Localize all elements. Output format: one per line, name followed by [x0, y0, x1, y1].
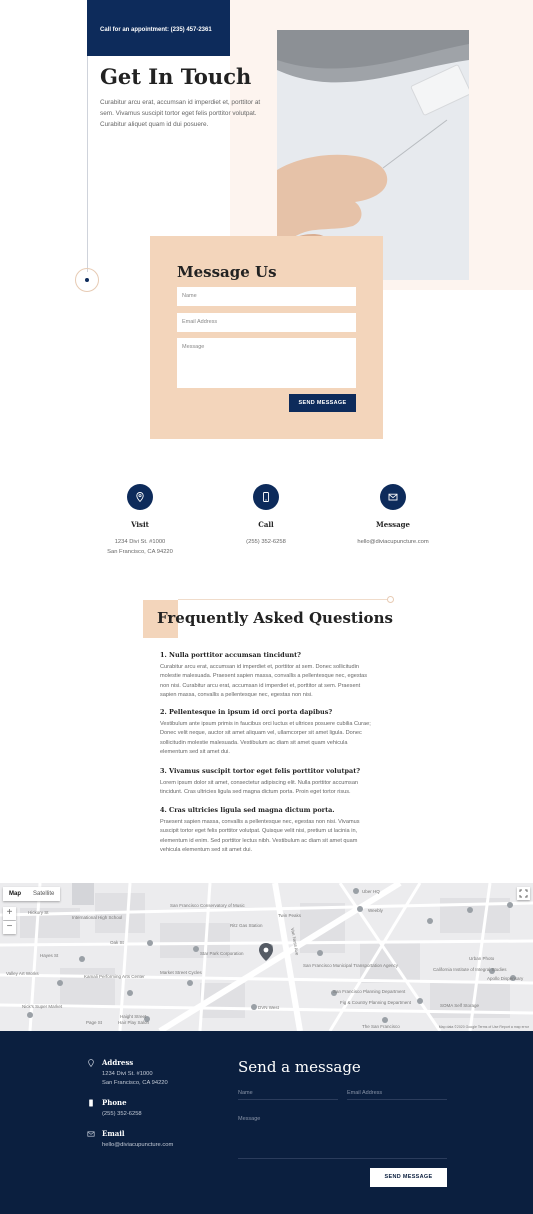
map-label: Apollo Dispensary	[487, 976, 524, 981]
contact-line[interactable]: hello@diviacupuncture.com	[318, 538, 468, 548]
map-label: Hayes St	[40, 953, 59, 958]
map-label: Page St	[86, 1020, 103, 1025]
decorative-line	[87, 56, 88, 272]
zoom-in-button[interactable]: +	[3, 907, 16, 920]
footer-address-title: Address	[102, 1058, 134, 1067]
map-label: DVN West	[258, 1005, 279, 1010]
intro-text: Curabitur arcu erat, accumsan id imperdi…	[100, 99, 261, 128]
appointment-bar: Call for an appointment: (235) 457-2361	[87, 0, 230, 56]
send-message-button[interactable]: SEND MESSAGE	[289, 394, 356, 412]
map-label: Haight Street	[120, 1014, 147, 1019]
map-label: Star Park Corporation	[200, 951, 244, 956]
mail-icon	[87, 1131, 95, 1137]
message-textarea[interactable]: Message	[177, 338, 356, 388]
faq-answer: Vestibulum ante ipsum primis in faucibus…	[160, 721, 371, 756]
map-label: Hickory St	[28, 910, 49, 915]
faq-answer: Lorem ipsum dolor sit amet, consectetur …	[160, 780, 359, 796]
faq-item: 3. Vivamus suscipit tortor eget felis po…	[160, 766, 375, 798]
footer-email-input[interactable]: Email Address	[347, 1088, 447, 1100]
faq-question: 3. Vivamus suscipit tortor eget felis po…	[160, 767, 361, 775]
fullscreen-icon[interactable]	[517, 887, 530, 900]
name-input[interactable]: Name	[177, 287, 356, 306]
phone-icon	[253, 484, 279, 510]
map-tab-satellite[interactable]: Satellite	[27, 887, 60, 901]
map-label: Urban Photo	[469, 956, 495, 961]
footer-phone-number[interactable]: (255) 352-6258	[102, 1111, 142, 1117]
map-label: International High School	[72, 915, 123, 920]
footer-send-message-button[interactable]: SEND MESSAGE	[370, 1168, 447, 1187]
decorative-dot	[387, 596, 394, 603]
map-label: Market Street Cycles	[160, 970, 202, 975]
send-message-title: Send a message	[238, 1058, 361, 1076]
faq-title: Frequently Asked Questions	[157, 609, 393, 627]
map-label: The San Francisco	[362, 1024, 400, 1029]
email-input[interactable]: Email Address	[177, 313, 356, 332]
contact-line: San Francisco, CA 94220	[107, 548, 173, 555]
decorative-ring	[75, 268, 99, 292]
footer-address-line: 1234 Divi St. #1000	[102, 1071, 153, 1077]
map-label: San Francisco Municipal Transportation A…	[303, 963, 399, 968]
map-type-tabs: Map Satellite	[3, 887, 61, 901]
faq-item: 2. Pellentesque in ipsum id orci porta d…	[160, 707, 375, 758]
map-label: SOMA Self Storage	[440, 1003, 480, 1008]
footer-message-textarea[interactable]: Message	[238, 1114, 447, 1159]
zoom-out-button[interactable]: −	[3, 921, 16, 934]
phone-icon	[89, 1099, 93, 1107]
footer-name-input[interactable]: Name	[238, 1088, 338, 1100]
mail-icon	[380, 484, 406, 510]
contact-title: Message	[376, 520, 410, 529]
map-pin-icon	[88, 1059, 94, 1067]
appointment-text: Call for an appointment: (235) 457-2361	[100, 27, 212, 33]
map-pin-icon	[127, 484, 153, 510]
map-label: Twin Peaks	[278, 913, 302, 918]
message-form-card: Message Us Name Email Address Message SE…	[150, 236, 383, 439]
map-label: Uber HQ	[362, 889, 380, 894]
footer-email-address[interactable]: hello@diviacupuncture.com	[102, 1142, 173, 1148]
map-label: San Francisco Conservatory of Music	[170, 903, 245, 908]
footer-address-line: San Francisco, CA 94220	[102, 1080, 168, 1086]
map[interactable]: Hickory St International High School San…	[0, 883, 533, 1031]
map-label: Hair Play Salon	[118, 1020, 150, 1025]
map-label: Ritz Gas Station	[230, 923, 263, 928]
map-label: Valley Art Works	[6, 971, 39, 976]
map-label: Weebly	[368, 908, 383, 913]
faq-item: 4. Cras ultricies ligula sed magna dictu…	[160, 805, 375, 856]
faq-item: 1. Nulla porttitor accumsan tincidunt? C…	[160, 650, 375, 701]
map-tab-map[interactable]: Map	[3, 887, 27, 901]
map-label: Kamali Performing Arts Center	[84, 974, 145, 979]
map-label: California Institute of Integral Studies	[433, 967, 507, 972]
faq-question: 1. Nulla porttitor accumsan tincidunt?	[160, 651, 301, 659]
faq-answer: Curabitur arcu erat, accumsan id imperdi…	[160, 664, 368, 699]
decorative-line	[178, 599, 390, 600]
map-label: Oak St	[110, 940, 124, 945]
map-label: Nick's Super Market	[22, 1004, 63, 1009]
contact-message: Message hello@diviacupuncture.com	[318, 484, 468, 548]
footer-email-title: Email	[102, 1129, 125, 1138]
message-form-title: Message Us	[177, 263, 277, 281]
footer-phone-title: Phone	[102, 1098, 127, 1107]
map-label: Fig & Country Planning Department	[340, 1000, 412, 1005]
faq-question: 4. Cras ultricies ligula sed magna dictu…	[160, 806, 335, 814]
map-label: San Francisco Planning Department	[333, 989, 406, 994]
map-attribution: Map data ©2020 Google Terms of Use Repor…	[438, 1025, 529, 1029]
page-title: Get In Touch	[100, 64, 252, 89]
faq-answer: Praesent sapien massa, convallis a pelle…	[160, 819, 360, 854]
faq-question: 2. Pellentesque in ipsum id orci porta d…	[160, 708, 333, 716]
